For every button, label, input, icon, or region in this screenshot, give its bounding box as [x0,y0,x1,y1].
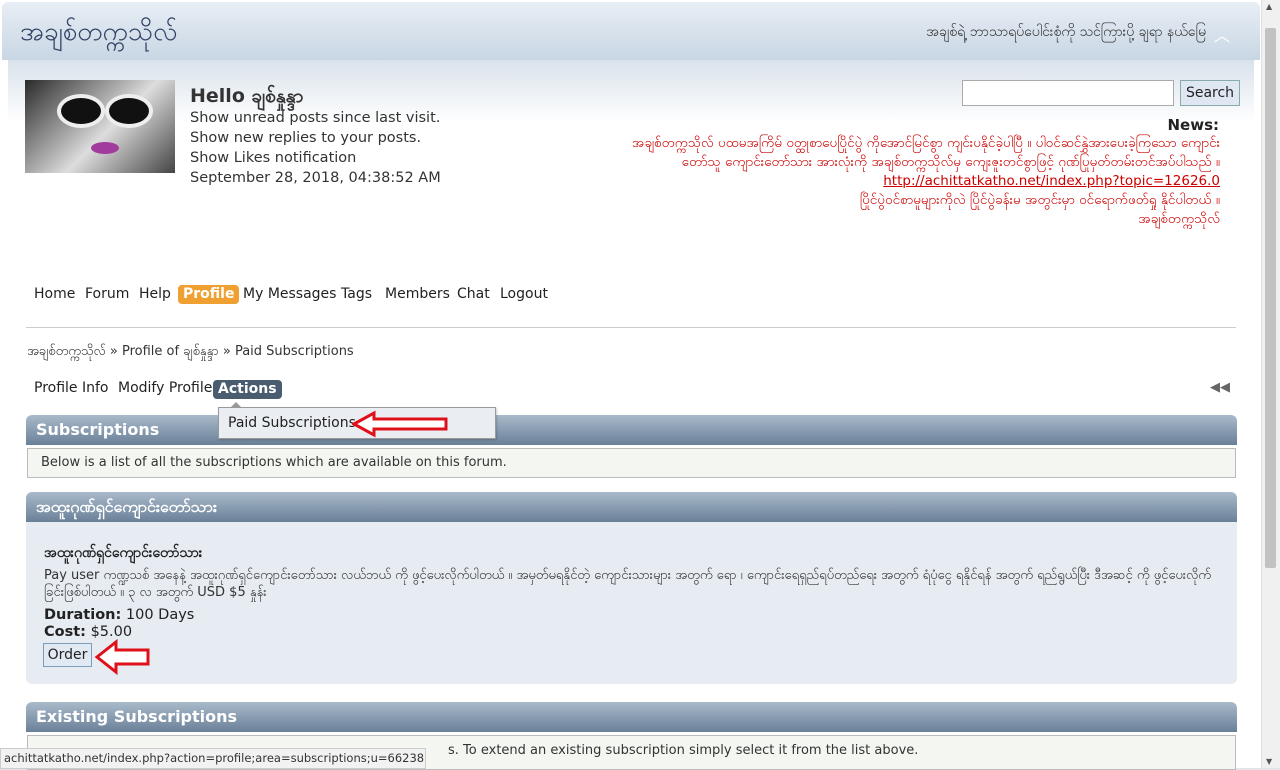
top-header: အချစ်တက္ကသိုလ် အချစ်ရဲ့ ဘာသာရပ်ပေါင်းစုံ… [2,2,1260,60]
subscription-name: အထူးဂုဏ်ရှင်ကျောင်းတော်သား [44,545,203,561]
menu-help[interactable]: Help [139,286,171,302]
subscription-duration: Duration: 100 Days [44,607,194,623]
search-input[interactable] [962,80,1174,106]
breadcrumb-separator: » [222,344,231,359]
unread-posts-link[interactable]: Show unread posts since last visit. [190,110,440,126]
dropdown-paid-subscriptions[interactable]: Paid Subscriptions [228,415,356,431]
cost-value: $5.00 [90,624,133,640]
vertical-scrollbar[interactable]: ▲ ▼ [1261,0,1280,768]
breadcrumb: အချစ်တက္ကသိုလ် » Profile of ချစ်နှုန္ဒာ … [27,343,354,362]
annotation-arrow-icon [94,639,150,675]
menu-tags[interactable]: Tags [341,286,372,302]
news-signature: အချစ်တက္ကသိုလ် [1138,211,1220,227]
collapse-header-icon[interactable]: ︿ [1214,22,1230,46]
menu-chat[interactable]: Chat [457,286,490,302]
new-replies-link[interactable]: Show new replies to your posts. [190,130,421,146]
breadcrumb-current[interactable]: Paid Subscriptions [235,344,354,359]
breadcrumb-home[interactable]: အချစ်တက္ကသိုလ် [27,344,106,359]
subscriptions-header: Subscriptions [26,415,1237,445]
news-line-2: ပြိုင်ပွဲဝင်စာမူများကိုလဲ ပြိုင်ပွဲခန်းမ… [859,192,1220,208]
status-url: achittatkatho.net/index.php?action=profi… [4,751,425,765]
menu-members[interactable]: Members [385,286,450,302]
user-greeting: Hello ချစ်နှုန္ဒာ [190,85,304,107]
subscriptions-title: Subscriptions [36,420,160,439]
subscription-category-title: အထူးဂုဏ်ရှင်ကျောင်းတော်သား [36,497,217,516]
tab-modify-profile[interactable]: Modify Profile [118,380,212,396]
order-button[interactable]: Order [43,643,92,667]
search-button[interactable]: Search [1180,80,1240,106]
scroll-down-icon[interactable]: ▼ [1266,757,1272,766]
menu-my-messages[interactable]: My Messages [243,286,336,302]
browser-status-bar: achittatkatho.net/index.php?action=profi… [0,748,426,769]
divider [26,327,1236,328]
subscription-category-header: အထူးဂုဏ်ရှင်ကျောင်းတော်သား [26,492,1237,522]
existing-subscriptions-header: Existing Subscriptions [26,702,1237,732]
breadcrumb-separator: » [109,344,118,359]
breadcrumb-profile[interactable]: Profile of ချစ်နှုန္ဒာ [122,344,219,359]
news-text: အချစ်တက္ကသိုလ် ပထမအကြိမ် ဝတ္ထုစာပေပြိုင်… [610,134,1220,229]
scroll-up-icon[interactable]: ▲ [1266,2,1272,11]
scrollbar-thumb[interactable] [1265,28,1276,568]
menu-forum[interactable]: Forum [85,286,129,302]
subscription-description: Pay user ကဏ္ဍသစ် အနေနဲ့ အထူးဂုဏ်ရှင်ကျော… [44,568,1212,600]
menu-logout[interactable]: Logout [500,286,548,302]
cost-label: Cost: [44,624,86,640]
avatar-glasses-left [57,94,105,128]
current-datetime: September 28, 2018, 04:38:52 AM [190,170,441,186]
avatar [25,80,175,173]
likes-notification-link[interactable]: Show Likes notification [190,150,356,166]
news-title: News: [1167,116,1219,134]
forum-slogan: အချစ်ရဲ့ ဘာသာရပ်ပေါင်းစုံကို သင်ကြားပို့… [926,24,1206,40]
menu-profile[interactable]: Profile [178,285,240,304]
avatar-glasses-right [105,94,153,128]
subscription-panel [26,522,1237,684]
avatar-lips [91,142,119,154]
subscription-cost: Cost: $5.00 [44,624,132,640]
existing-subscriptions-title: Existing Subscriptions [36,707,238,726]
news-line-1: အချစ်တက္ကသိုလ် ပထမအကြိမ် ဝတ္ထုစာပေပြိုင်… [631,135,1220,170]
tab-profile-info[interactable]: Profile Info [34,380,108,396]
menu-home[interactable]: Home [34,286,75,302]
collapse-sidebar-icon[interactable]: ◀◀ [1210,380,1230,395]
duration-value: 100 Days [125,607,195,623]
dropdown-pointer [230,402,242,408]
news-link[interactable]: http://achittatkatho.net/index.php?topic… [610,172,1220,191]
subscriptions-info: Below is a list of all the subscriptions… [27,448,1236,478]
existing-subscriptions-text: s. To extend an existing subscription si… [448,743,919,758]
duration-label: Duration: [44,607,122,623]
forum-title[interactable]: အချစ်တက္ကသိုလ် [20,14,178,53]
annotation-arrow-icon [352,410,448,438]
tab-actions[interactable]: Actions [213,380,282,399]
subscriptions-info-text: Below is a list of all the subscriptions… [41,455,507,470]
page: အချစ်တက္ကသိုလ် အချစ်ရဲ့ ဘာသာရပ်ပေါင်းစုံ… [0,0,1262,770]
